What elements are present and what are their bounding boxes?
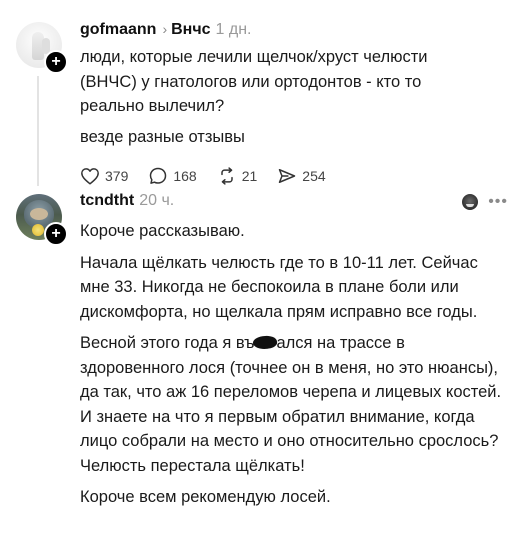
paragraph-text-after: ался на трассе в здоровенного лося (точн…	[80, 334, 502, 475]
share-icon	[279, 169, 296, 183]
share-count: 254	[302, 168, 326, 184]
thread-connector-line	[37, 76, 39, 186]
post-content: gofmaann › Внчс 1 дн. люди, которые лечили …	[80, 18, 508, 187]
post-text-line: реально вылечил?	[80, 97, 225, 115]
follow-plus-icon[interactable]: +	[44, 50, 68, 74]
avatar-container[interactable]: +	[16, 22, 68, 74]
post-meta: tcndtht 20 ч.	[80, 190, 508, 212]
post-paragraph: Короче рассказываю.	[80, 222, 245, 240]
community-name[interactable]: Внчс	[171, 21, 210, 38]
heart-icon	[81, 168, 99, 185]
repost-count: 21	[241, 168, 258, 184]
repost-button[interactable]: 21	[217, 166, 258, 186]
post-text-line: люди, которые лечили щелчок/хруст челюст…	[80, 48, 428, 66]
post-actions: 379 168 21 254	[80, 165, 508, 187]
username[interactable]: tcndtht	[80, 192, 134, 209]
share-button[interactable]: 254	[277, 166, 326, 186]
like-count: 379	[105, 168, 129, 184]
post-paragraph: Начала щёлкать челюсть где то в 10-11 ле…	[80, 253, 478, 321]
censor-blob	[252, 334, 279, 351]
post-text-line: везде разные отзывы	[80, 127, 245, 146]
avatar-face	[30, 208, 48, 220]
paragraph-text-before: Весной этого года я въ	[80, 334, 255, 352]
like-button[interactable]: 379	[80, 167, 128, 185]
post-meta: gofmaann › Внчс 1 дн.	[80, 18, 508, 40]
comment-count: 168	[173, 168, 197, 184]
avatar-container[interactable]: +	[16, 194, 68, 246]
username[interactable]: gofmaann	[80, 21, 156, 38]
post-text: люди, которые лечили щелчок/хруст челюст…	[80, 45, 508, 149]
comment-button[interactable]: 168	[148, 166, 197, 186]
comment-icon	[150, 167, 167, 184]
post-text: Короче рассказываю. Начала щёлкать челюс…	[80, 219, 508, 510]
post-content: tcndtht 20 ч. Короче рассказываю. Начала …	[80, 190, 508, 517]
timestamp: 20 ч.	[139, 192, 175, 209]
repost-icon	[220, 167, 233, 185]
post-paragraph: Короче всем рекомендую лосей.	[80, 488, 331, 506]
post-paragraph-censored: Весной этого года я въ ался на трассе в з…	[80, 331, 508, 478]
timestamp: 1 дн.	[215, 21, 252, 38]
post-text-line: (ВНЧС) у гнатологов или ортодонтов - кто…	[80, 72, 422, 91]
follow-plus-icon[interactable]: +	[44, 222, 68, 246]
avatar-flower	[32, 224, 44, 236]
chevron-right-icon: ›	[162, 21, 168, 37]
